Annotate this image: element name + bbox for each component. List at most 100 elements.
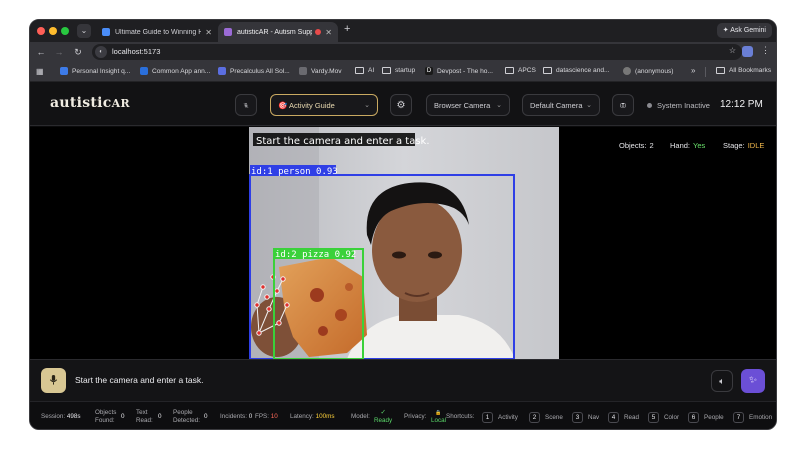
pizza-topping <box>345 283 353 291</box>
default-camera-select[interactable]: Default Camera ⌄ <box>522 94 600 116</box>
model-value: Ready <box>374 417 393 424</box>
incidents-stat: Incidents: 0 <box>220 413 252 421</box>
bookmark-label: startup <box>395 67 416 74</box>
menu-kebab-icon[interactable]: ⋮ <box>761 45 770 56</box>
lock-icon: 🔒 <box>435 410 442 416</box>
chevron-down-icon: ⌄ <box>586 102 592 109</box>
site-info-icon[interactable]: ◐ <box>95 46 107 58</box>
camera-icon <box>620 103 626 108</box>
bookmark-folder-startup[interactable]: startup <box>382 67 415 74</box>
bookmark-item[interactable]: Personal Insight q... <box>60 67 130 75</box>
forward-icon[interactable]: → <box>52 45 66 59</box>
privacy-value: Local <box>431 417 447 424</box>
bookmark-item[interactable]: Common App ann... <box>140 67 210 75</box>
shortcut-key: 1 <box>482 412 493 423</box>
mute-microphone-button[interactable] <box>235 94 257 116</box>
shortcut-label: People <box>704 414 724 421</box>
ai-assist-button[interactable]: ✨︎ <box>741 369 765 393</box>
bookmark-item[interactable]: D Devpost - The ho... <box>425 67 493 75</box>
close-window-button[interactable] <box>37 27 45 35</box>
tab-label: autisticAR - Autism Supp <box>237 28 313 36</box>
shortcut-label: Activity <box>498 414 518 421</box>
folder-icon <box>716 67 725 74</box>
session-label: Session: <box>41 413 66 420</box>
more-bookmarks-icon[interactable]: » <box>691 66 695 75</box>
main-viewport: Start the camera and enter a task. id:1 … <box>30 127 776 359</box>
objects-found-label: Objects <box>95 409 117 416</box>
bookmark-item[interactable]: Vardy.Mov <box>299 67 342 75</box>
bookmark-favicon-icon <box>60 67 68 75</box>
bookmark-folder-datascience[interactable]: datascience and... <box>543 67 610 74</box>
task-prompt-text[interactable]: Start the camera and enter a task. <box>75 375 204 385</box>
folder-icon <box>382 67 391 74</box>
apps-grid-icon[interactable]: ▦ <box>36 67 45 76</box>
pizza-detection-label: id:2 pizza 0.92 <box>275 250 356 260</box>
person-eye-left <box>392 251 406 259</box>
speaker-button[interactable]: 🔈︎ <box>711 370 733 392</box>
shortcut-activity[interactable]: 1 Activity <box>482 412 518 423</box>
new-tab-icon[interactable]: + <box>344 23 350 35</box>
ask-gemini-button[interactable]: ✦ Ask Gemini <box>716 23 772 38</box>
latency-stat: Latency: 100ms <box>290 413 334 421</box>
bookmark-folder-apcs[interactable]: APCS <box>505 67 536 74</box>
close-icon[interactable]: ✕ <box>205 28 212 37</box>
settings-button[interactable]: ⚙ <box>390 94 412 116</box>
close-icon[interactable]: ✕ <box>325 28 332 37</box>
people-detected-label: People <box>173 409 193 416</box>
shortcut-color[interactable]: 5 Color <box>648 412 679 423</box>
browser-camera-select[interactable]: Browser Camera ⌄ <box>426 94 510 116</box>
voice-input-button[interactable] <box>41 368 66 393</box>
shortcut-nav[interactable]: 3 Nav <box>572 412 599 423</box>
bookmark-folder-ai[interactable]: AI <box>355 67 374 74</box>
all-bookmarks-folder[interactable]: All Bookmarks <box>716 67 771 74</box>
people-detected-value: 0 <box>204 413 208 420</box>
tab-search-icon[interactable]: ⌄ <box>77 24 91 38</box>
model-status: ✓ Ready <box>374 409 392 425</box>
objects-stat: Objects: 2 <box>619 141 654 150</box>
shortcut-emotion[interactable]: 7 Emotion <box>733 412 772 423</box>
bookmark-star-icon[interactable]: ☆ <box>729 46 736 55</box>
bookmark-favicon-icon <box>218 67 226 75</box>
shortcut-key: 7 <box>733 412 744 423</box>
microphone-icon <box>49 374 58 385</box>
task-input-bar: Start the camera and enter a task. 🔈︎ ✨︎ <box>30 359 776 401</box>
extension-icon[interactable] <box>742 46 753 57</box>
bookmark-item[interactable]: (anonymous) <box>623 67 673 75</box>
address-bar[interactable]: ◐ localhost:5173 ☆ <box>92 44 742 60</box>
maximize-window-button[interactable] <box>61 27 69 35</box>
bookmarks-bar: ▦ Personal Insight q... Common App ann..… <box>30 62 776 82</box>
shortcuts-label: Shortcuts: <box>446 413 475 420</box>
divider <box>705 67 706 77</box>
objects-stat-label: Objects: <box>619 141 647 150</box>
back-icon[interactable]: ← <box>34 45 48 59</box>
globe-icon <box>623 67 631 75</box>
status-footer: Session: 498s Objects Found: 0 Text Read: … <box>30 401 776 429</box>
objects-found-value: 0 <box>121 413 125 420</box>
bookmark-item[interactable]: Precalculus All Sol... <box>218 67 290 75</box>
tab-label: Ultimate Guide to Winning Ha <box>115 28 202 36</box>
camera-feed: Start the camera and enter a task. id:1 … <box>249 127 559 359</box>
objects-stat-value: 2 <box>649 141 654 150</box>
tab-autisticar[interactable]: autisticAR - Autism Supp ✕ <box>218 22 338 42</box>
activity-guide-select[interactable]: 🎯 Activity Guide ⌄ <box>270 94 378 116</box>
privacy-status: 🔒 Local <box>431 409 446 425</box>
shortcut-label: Color <box>664 414 680 421</box>
chevron-down-icon: ⌄ <box>496 102 502 109</box>
camera-frame: Start the camera and enter a task. id:1 … <box>249 127 559 359</box>
text-read-label: Text <box>136 409 148 416</box>
bookmark-favicon-icon <box>140 67 148 75</box>
reload-icon[interactable]: ↻ <box>71 45 85 59</box>
shortcut-scene[interactable]: 2 Scene <box>529 412 563 423</box>
text-read-value: 0 <box>158 413 162 420</box>
minimize-window-button[interactable] <box>49 27 57 35</box>
system-status: System Inactive <box>647 101 710 110</box>
tab-ultimate-guide[interactable]: Ultimate Guide to Winning Ha ✕ <box>96 22 218 42</box>
stage-stat-label: Stage: <box>723 141 745 150</box>
folder-icon <box>543 67 552 74</box>
shortcut-people[interactable]: 6 People <box>688 412 724 423</box>
capture-button[interactable] <box>612 94 634 116</box>
people-detected-stat: People Detected: <box>173 409 200 425</box>
shortcut-read[interactable]: 4 Read <box>608 412 639 423</box>
mic-off-icon <box>243 102 249 108</box>
bookmark-label: Common App ann... <box>152 67 211 75</box>
